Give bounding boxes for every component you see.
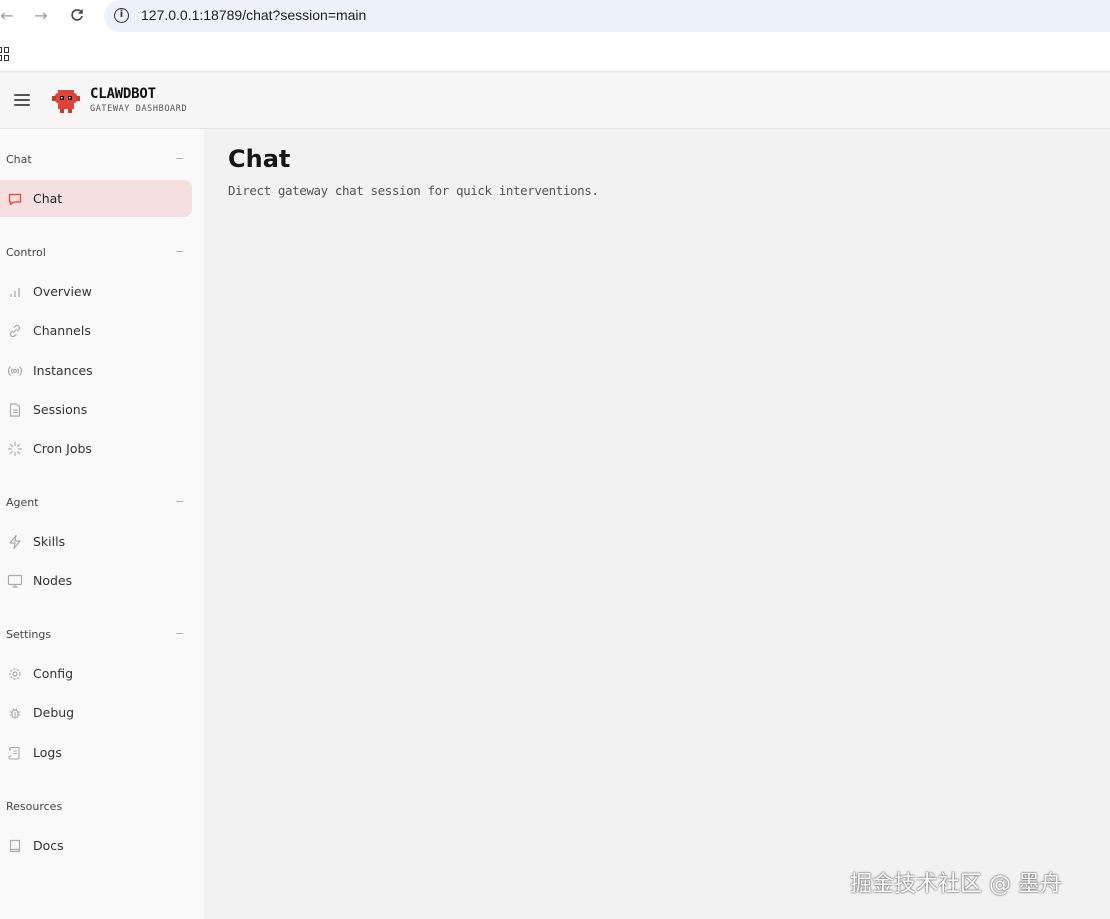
sidebar-item-label: Cron Jobs [33, 441, 92, 456]
sidebar-item-chat[interactable]: Chat [0, 180, 192, 217]
section-label-settings: Settings [6, 628, 52, 641]
section-label-agent: Agent [6, 496, 39, 509]
page-subtitle: Direct gateway chat session for quick in… [228, 183, 599, 198]
watermark-text: 掘金技术社区 @ 墨舟 [850, 872, 1062, 897]
sidebar-item-label: Skills [33, 534, 66, 549]
loader-icon [7, 441, 23, 457]
sidebar-item-overview[interactable]: Overview [0, 273, 192, 310]
bookmarks-bar [0, 32, 1110, 72]
back-arrow-icon[interactable]: ← [0, 4, 18, 26]
sidebar-item-docs[interactable]: Docs [0, 827, 192, 864]
brand-subtitle: GATEWAY DASHBOARD [90, 104, 188, 114]
sidebar-item-label: Channels [33, 323, 91, 338]
page-title: Chat [228, 145, 291, 173]
sidebar-item-nodes[interactable]: Nodes [0, 562, 192, 599]
bar-chart-icon [10, 288, 20, 297]
apps-grid-icon[interactable] [0, 47, 11, 61]
sidebar-item-sessions[interactable]: Sessions [0, 391, 192, 428]
sidebar-item-instances[interactable]: Instances [0, 352, 192, 389]
radio-icon [8, 366, 22, 376]
section-label-control: Control [6, 246, 46, 259]
book-icon [9, 839, 21, 853]
sidebar-item-channels[interactable]: Channels [0, 312, 192, 349]
app-header: CLAWDBOT GATEWAY DASHBOARD [0, 73, 1110, 129]
sidebar-item-label: Config [33, 666, 74, 681]
sidebar-item-label: Debug [33, 705, 75, 720]
bug-icon [9, 708, 21, 719]
reload-icon[interactable] [66, 4, 88, 26]
sidebar-item-debug[interactable]: Debug [0, 694, 192, 731]
sidebar: Chat − Chat Control − Overview Channels … [0, 129, 204, 919]
gear-icon [9, 668, 21, 680]
chat-bubble-icon [8, 193, 22, 206]
section-collapse-agent[interactable]: − [175, 495, 184, 508]
site-info-icon[interactable]: i [114, 8, 129, 23]
brand-title: CLAWDBOT [90, 86, 156, 102]
address-bar[interactable]: i 127.0.0.1:18789/chat?session=main [104, 0, 1110, 32]
monitor-icon [7, 574, 23, 588]
section-collapse-control[interactable]: − [175, 245, 184, 258]
scroll-icon [8, 746, 20, 760]
sidebar-item-cron-jobs[interactable]: Cron Jobs [0, 430, 192, 467]
forward-arrow-icon[interactable]: → [30, 4, 52, 26]
url-text[interactable]: 127.0.0.1:18789/chat?session=main [141, 7, 366, 23]
sidebar-item-config[interactable]: Config [0, 655, 192, 692]
link-icon [9, 324, 21, 338]
sidebar-item-skills[interactable]: Skills [0, 523, 192, 560]
section-collapse-settings[interactable]: − [175, 627, 184, 640]
robot-logo-icon [52, 88, 80, 114]
sidebar-item-label: Instances [33, 363, 93, 378]
browser-toolbar: ← → i 127.0.0.1:18789/chat?session=main [0, 0, 1110, 32]
zap-icon [9, 534, 21, 550]
section-collapse-chat[interactable]: − [175, 152, 184, 165]
sidebar-item-label: Overview [33, 284, 92, 299]
sidebar-item-logs[interactable]: Logs [0, 734, 192, 771]
sidebar-item-label: Sessions [33, 402, 88, 417]
sidebar-item-label: Docs [33, 838, 64, 853]
sidebar-item-label: Chat [33, 191, 63, 206]
section-label-resources: Resources [6, 800, 63, 813]
section-label-chat: Chat [6, 153, 32, 166]
menu-toggle-icon[interactable] [14, 94, 30, 106]
document-icon [9, 403, 21, 417]
sidebar-item-label: Nodes [33, 573, 73, 588]
sidebar-item-label: Logs [33, 745, 62, 760]
